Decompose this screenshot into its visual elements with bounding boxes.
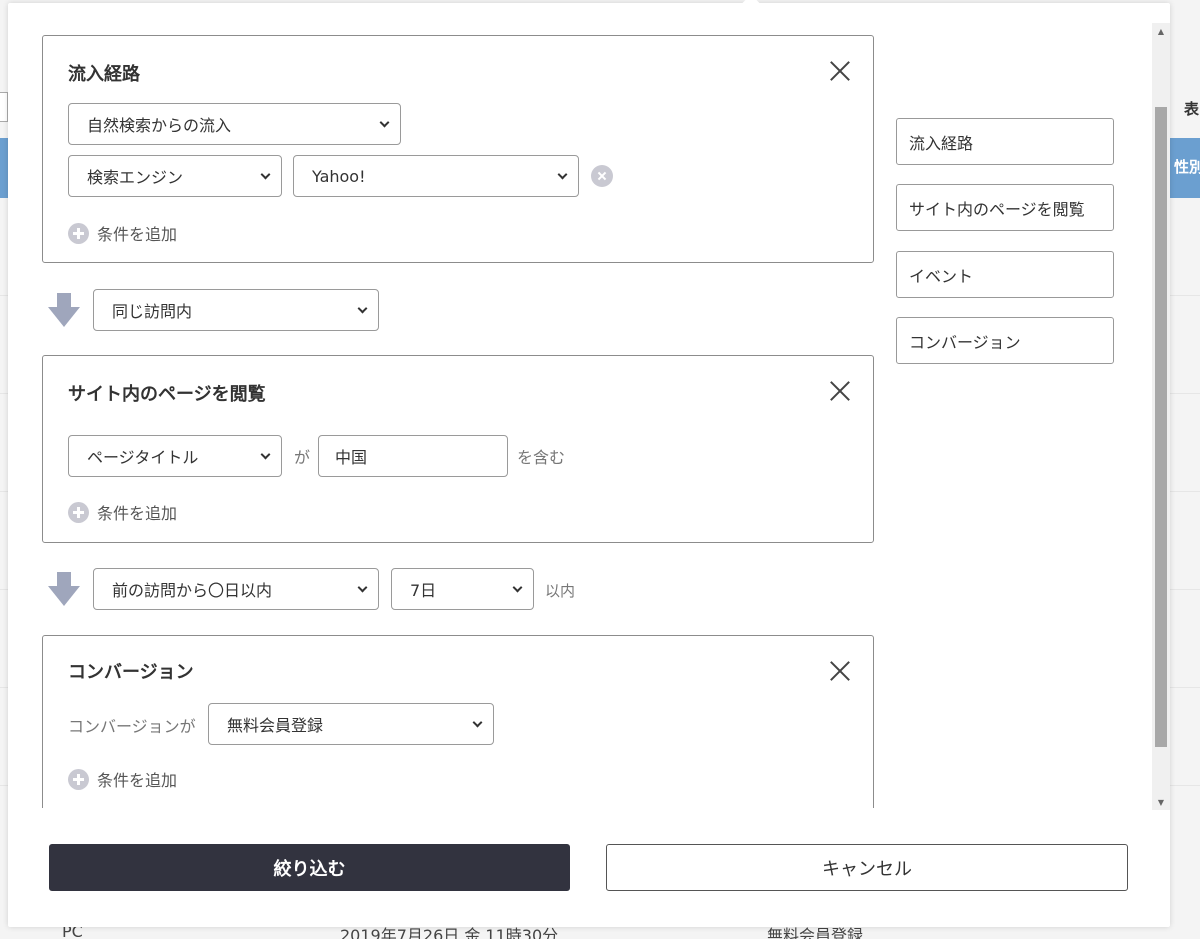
apply-filter-button[interactable]: 絞り込む xyxy=(49,844,570,891)
days-suffix: 以内 xyxy=(545,582,576,600)
page-field-select[interactable]: ページタイトル xyxy=(68,435,282,477)
connector-label: が xyxy=(294,448,311,467)
close-icon[interactable] xyxy=(829,380,851,402)
chevron-down-icon xyxy=(357,582,368,593)
cancel-button[interactable]: キャンセル xyxy=(606,844,1128,891)
card-title: コンバージョン xyxy=(68,662,194,683)
palette-item-conversion[interactable]: コンバージョン xyxy=(896,317,1114,364)
conversion-prefix-label: コンバージョンが xyxy=(68,717,196,736)
add-condition-label: 条件を追加 xyxy=(97,225,178,244)
timing-select[interactable]: 同じ訪問内 xyxy=(93,289,379,331)
conversion-select[interactable]: 無料会員登録 xyxy=(208,703,494,745)
background-input-fragment xyxy=(0,92,8,122)
palette-item-page-view[interactable]: サイト内のページを閲覧 xyxy=(896,184,1114,231)
select-value: Yahoo! xyxy=(312,166,366,186)
palette-item-source[interactable]: 流入経路 xyxy=(896,118,1114,165)
chevron-down-icon xyxy=(357,303,368,314)
input-value: 中国 xyxy=(335,448,368,467)
timing-select[interactable]: 前の訪問から〇日以内 xyxy=(93,568,379,610)
background-header-label: 表 xyxy=(1184,100,1200,118)
card-title: 流入経路 xyxy=(68,64,140,85)
scroll-up-icon[interactable]: ▲ xyxy=(1152,23,1170,39)
source-type-select[interactable]: 自然検索からの流入 xyxy=(68,103,401,145)
select-value: 無料会員登録 xyxy=(227,716,324,735)
select-value: ページタイトル xyxy=(87,448,199,467)
chevron-down-icon xyxy=(472,717,483,728)
add-condition-button[interactable]: 条件を追加 xyxy=(68,500,177,524)
chevron-down-icon xyxy=(512,582,523,593)
search-engine-select[interactable]: Yahoo! xyxy=(293,155,579,197)
select-value: 自然検索からの流入 xyxy=(87,116,232,135)
down-arrow-icon xyxy=(48,293,80,327)
select-value: 7日 xyxy=(410,581,437,600)
add-condition-label: 条件を追加 xyxy=(97,504,178,523)
select-value: 前の訪問から〇日以内 xyxy=(112,581,273,600)
scrollbar-thumb[interactable] xyxy=(1155,107,1167,747)
plus-icon xyxy=(68,501,89,523)
source-condition-card: 流入経路 自然検索からの流入 検索エンジン Yahoo! 条件を追加 xyxy=(42,35,874,263)
down-arrow-icon xyxy=(48,572,80,606)
palette-item-event[interactable]: イベント xyxy=(896,251,1114,298)
close-icon[interactable] xyxy=(829,60,851,82)
plus-icon xyxy=(68,222,89,244)
chevron-down-icon xyxy=(557,169,568,180)
chevron-down-icon xyxy=(260,169,271,180)
source-field-select[interactable]: 検索エンジン xyxy=(68,155,282,197)
page-title-input[interactable]: 中国 xyxy=(318,435,508,477)
close-icon[interactable] xyxy=(829,660,851,682)
filter-modal: 流入経路 自然検索からの流入 検索エンジン Yahoo! 条件を追加 同じ訪問内… xyxy=(8,0,1170,927)
conditions-scroll-area[interactable]: 流入経路 自然検索からの流入 検索エンジン Yahoo! 条件を追加 同じ訪問内… xyxy=(8,3,1160,808)
days-select[interactable]: 7日 xyxy=(391,568,534,610)
vertical-scrollbar[interactable]: ▲ ▼ xyxy=(1152,23,1170,810)
add-condition-button[interactable]: 条件を追加 xyxy=(68,767,177,791)
add-condition-button[interactable]: 条件を追加 xyxy=(68,221,177,245)
chevron-down-icon xyxy=(379,117,390,128)
conversion-condition-card: コンバージョン コンバージョンが 無料会員登録 条件を追加 xyxy=(42,635,874,808)
card-title: サイト内のページを閲覧 xyxy=(68,384,266,405)
add-condition-label: 条件を追加 xyxy=(97,771,178,790)
select-value: 同じ訪問内 xyxy=(112,302,193,321)
scroll-down-icon[interactable]: ▼ xyxy=(1152,794,1170,810)
background-table-header-left xyxy=(0,138,8,198)
select-value: 検索エンジン xyxy=(87,168,184,187)
chevron-down-icon xyxy=(260,449,271,460)
operator-label: を含む xyxy=(517,448,566,467)
page-view-condition-card: サイト内のページを閲覧 ページタイトル が 中国 を含む 条件を追加 xyxy=(42,355,874,543)
plus-icon xyxy=(68,768,89,790)
background-table-header-right: 性別 xyxy=(1170,138,1200,198)
remove-condition-icon[interactable] xyxy=(591,165,613,187)
